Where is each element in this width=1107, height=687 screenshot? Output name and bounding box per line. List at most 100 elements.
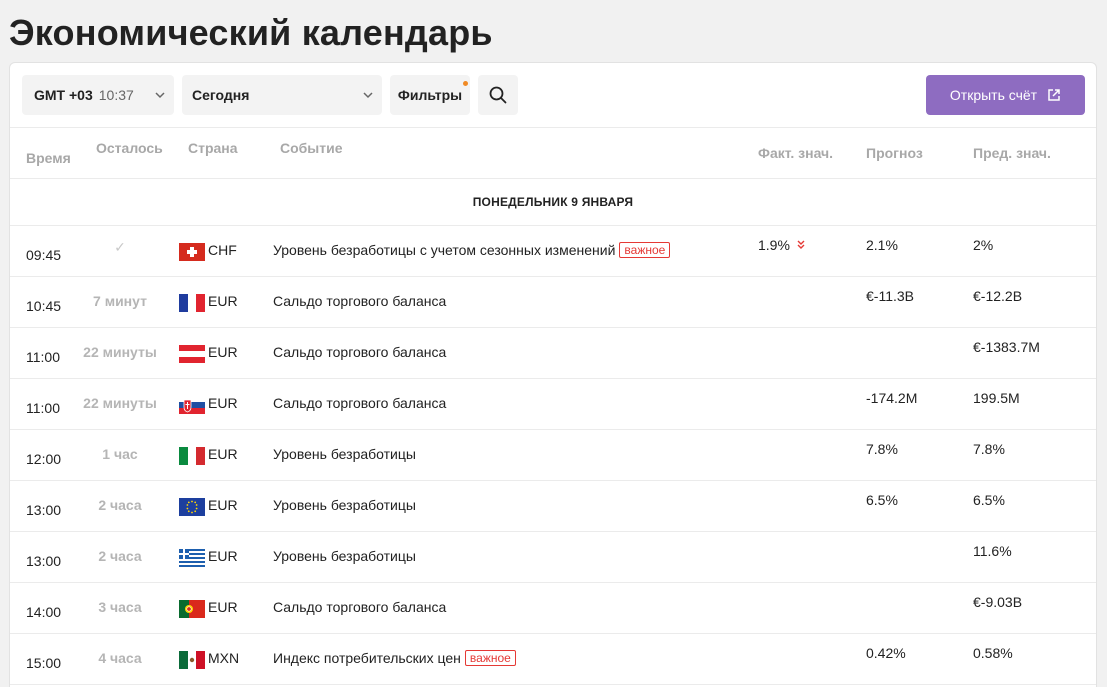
time-remaining: 22 минуты (83, 344, 157, 360)
event-title-text: Сальдо торгового баланса (273, 599, 447, 615)
external-link-icon (1048, 89, 1060, 101)
double-chevron-down-icon (797, 240, 805, 249)
flag-austria-icon (179, 345, 205, 363)
event-title[interactable]: Уровень безработицы (273, 497, 416, 513)
event-currency: EUR (208, 293, 238, 309)
event-title[interactable]: Уровень безработицы (273, 548, 416, 564)
event-currency: EUR (208, 446, 238, 462)
event-title[interactable]: Сальдо торгового баланса (273, 599, 446, 615)
event-title-text: Уровень безработицы (273, 497, 416, 513)
time-remaining: 3 часа (98, 599, 142, 615)
flag-portugal-icon (179, 600, 205, 618)
event-title-text: Сальдо торгового баланса (273, 344, 447, 360)
time-remaining: 2 часа (98, 548, 142, 564)
event-row[interactable]: 12:00 1 час EUR Уровень безработицы 7.8% 7.8% (10, 430, 1096, 481)
event-title[interactable]: Сальдо торгового баланса (273, 344, 446, 360)
time-remaining: 4 часа (98, 650, 142, 666)
column-previous: Пред. знач. (973, 145, 1051, 161)
event-time: 13:00 (26, 553, 62, 569)
event-forecast: 0.42% (866, 645, 906, 661)
flag-italy-icon (179, 447, 205, 465)
toolbar: GMT +03 10:37 Сегодня Фильтры Открыть сч… (10, 63, 1096, 128)
event-row[interactable]: 09:45 ✓ CHF Уровень безработицы с учетом се… (10, 226, 1096, 277)
event-row[interactable]: 14:00 3 часа EUR Сальдо торгового баланса €-… (10, 583, 1096, 634)
event-time: 13:00 (26, 502, 62, 518)
event-row[interactable]: 11:00 22 минуты EUR Сальдо торгового баланс… (10, 379, 1096, 430)
filters-button[interactable]: Фильтры (390, 75, 470, 115)
event-previous: 7.8% (973, 441, 1005, 457)
event-row[interactable]: 13:00 2 часа EUR Уровень безработицы 11.6% (10, 532, 1096, 583)
event-title-text: Уровень безработицы с учетом сезонных из… (273, 242, 616, 258)
event-currency: EUR (208, 497, 238, 513)
event-title[interactable]: Сальдо торгового баланса (273, 293, 446, 309)
event-time: 11:00 (26, 400, 60, 416)
events-list: 09:45 ✓ CHF Уровень безработицы с учетом се… (10, 226, 1096, 685)
search-button[interactable] (478, 75, 518, 115)
event-previous: 11.6% (973, 543, 1012, 559)
event-title-text: Уровень безработицы (273, 548, 416, 564)
event-title[interactable]: Уровень безработицы с учетом сезонных из… (273, 242, 671, 258)
date-select[interactable]: Сегодня (182, 75, 382, 115)
event-row[interactable]: 11:00 22 минуты EUR Сальдо торгового баланс… (10, 328, 1096, 379)
event-time: 15:00 (26, 655, 62, 671)
event-time: 14:00 (26, 604, 62, 620)
event-row[interactable]: 15:00 4 часа MXN Индекс потребительских цен… (10, 634, 1096, 685)
event-currency: EUR (208, 395, 238, 411)
flag-france-icon (179, 294, 205, 312)
event-title-text: Индекс потребительских цен (273, 650, 461, 666)
event-forecast: 7.8% (866, 441, 898, 457)
column-country: Страна (188, 140, 238, 156)
event-currency: EUR (208, 599, 238, 615)
event-time: 12:00 (26, 451, 62, 467)
event-title-text: Сальдо торгового баланса (273, 293, 447, 309)
event-title-text: Сальдо торгового баланса (273, 395, 447, 411)
column-event: Событие (280, 140, 343, 156)
event-currency: EUR (208, 548, 238, 564)
event-forecast: -174.2M (866, 390, 918, 406)
flag-mexico-icon (179, 651, 205, 669)
date-select-value: Сегодня (192, 87, 250, 103)
event-actual-value: 1.9% (758, 237, 790, 253)
important-badge: важное (464, 650, 516, 666)
chevron-down-icon (155, 92, 165, 99)
event-previous: 199.5M (973, 390, 1020, 406)
event-title[interactable]: Уровень безработицы (273, 446, 416, 462)
event-currency: EUR (208, 344, 238, 360)
flag-switzerland-icon (179, 243, 205, 261)
time-remaining: 7 минут (93, 293, 147, 309)
timezone-select[interactable]: GMT +03 10:37 (22, 75, 174, 115)
event-title[interactable]: Сальдо торгового баланса (273, 395, 446, 411)
flag-slovakia-icon (179, 396, 205, 414)
timezone-label: GMT +03 (34, 87, 93, 103)
event-time: 11:00 (26, 349, 60, 365)
event-time: 10:45 (26, 298, 62, 314)
event-previous: €-9.03B (973, 594, 1023, 610)
open-account-label: Открыть счёт (949, 87, 1038, 103)
event-forecast: €-11.3B (866, 288, 914, 304)
event-row[interactable]: 13:00 2 часа EUR Уровень безработицы 6.5% 6.5… (10, 481, 1096, 532)
time-remaining: 1 час (102, 446, 138, 462)
event-previous: €-1383.7M (973, 339, 1040, 355)
event-currency: CHF (208, 242, 237, 258)
time-remaining: 2 часа (98, 497, 142, 513)
event-previous: 6.5% (973, 492, 1005, 508)
search-icon (489, 86, 507, 104)
important-badge: важное (619, 242, 671, 258)
event-actual: 1.9% (758, 237, 806, 253)
column-remaining: Осталось (96, 140, 163, 156)
flag-eu-icon (179, 498, 205, 516)
filters-label: Фильтры (397, 87, 463, 103)
day-group-header: ПОНЕДЕЛЬНИК 9 ЯНВАРЯ (10, 179, 1096, 226)
table-header: Время Осталось Страна Событие Факт. знач… (10, 128, 1096, 179)
check-icon: ✓ (114, 239, 126, 255)
event-forecast: 2.1% (866, 237, 898, 253)
event-title[interactable]: Индекс потребительских цен важное (273, 650, 516, 666)
open-account-button[interactable]: Открыть счёт (926, 75, 1085, 115)
event-row[interactable]: 10:45 7 минут EUR Сальдо торгового баланса €… (10, 277, 1096, 328)
event-time: 09:45 (26, 247, 62, 263)
column-actual: Факт. знач. (758, 145, 834, 161)
page-title: Экономический календарь (9, 12, 493, 53)
event-title-text: Уровень безработицы (273, 446, 416, 462)
time-remaining: 22 минуты (83, 395, 157, 411)
event-previous: 0.58% (973, 645, 1013, 661)
